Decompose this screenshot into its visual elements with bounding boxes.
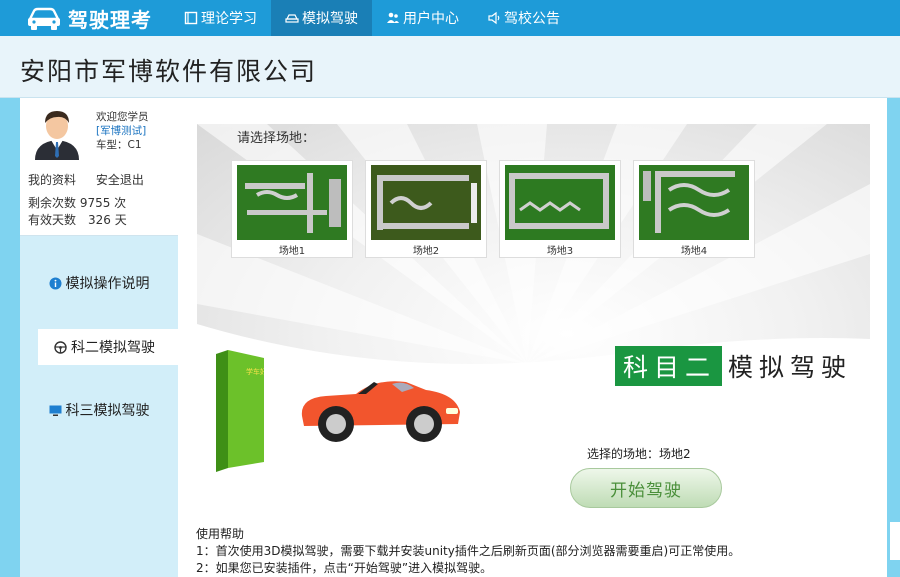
monitor-icon <box>49 405 61 416</box>
site-card-3[interactable]: 场地3 <box>499 160 621 258</box>
user-name-link[interactable]: [军博测试] <box>96 124 149 138</box>
software-box-image: 学车好助手 <box>216 350 264 472</box>
steering-wheel-icon <box>54 340 67 354</box>
floating-side-widget[interactable] <box>890 522 900 560</box>
site-label-3: 场地3 <box>546 246 574 257</box>
logo[interactable]: 驾驶理考 <box>26 2 152 34</box>
site-1-map-image <box>237 165 347 240</box>
nav-announcements-label: 驾校公告 <box>504 11 560 27</box>
help-title: 使用帮助 <box>196 527 245 541</box>
help-section: 使用帮助 1：首次使用3D模拟驾驶，需要下载并安装unity插件之后刷新页面(部… <box>196 526 886 577</box>
company-name: 安阳市军博软件有限公司 <box>20 57 318 86</box>
sidebar-item-subject3-label: 科三模拟驾驶 <box>65 403 150 419</box>
sidebar-item-subject2-label: 科二模拟驾驶 <box>71 340 155 356</box>
nav-simulator[interactable]: 模拟驾驶 <box>271 0 372 36</box>
help-line-1: 1：首次使用3D模拟驾驶，需要下载并安装unity插件之后刷新页面(部分浏览器需… <box>196 544 741 558</box>
profile-links: 我的资料 安全退出 <box>28 171 160 188</box>
valid-days: 有效天数 326 天 <box>28 213 127 227</box>
my-profile-link[interactable]: 我的资料 <box>28 173 76 187</box>
info-icon <box>49 277 61 289</box>
select-site-label: 请选择场地： <box>237 131 316 146</box>
sidebar-item-instructions-label: 模拟操作说明 <box>65 276 150 292</box>
selected-site-text: 选择的场地：场地2 <box>587 447 691 461</box>
car-icon <box>285 14 299 23</box>
nav-user-center-label: 用户中心 <box>403 11 459 27</box>
logo-text: 驾驶理考 <box>68 7 152 32</box>
help-line-2: 2：如果您已安装插件，点击“开始驾驶”进入模拟驾驶。 <box>196 561 493 575</box>
subject-title-highlight: 科目二 <box>615 346 723 386</box>
car-logo-icon <box>28 7 60 30</box>
site-card-2[interactable]: 场地2 <box>365 160 487 258</box>
sidebar: 欢迎您学员 [军博测试] 车型：C1 我的资料 安全退出 剩余次数 9755 次… <box>20 98 178 577</box>
site-card-4[interactable]: 场地4 <box>633 160 755 258</box>
site-2-map-image <box>371 165 481 240</box>
sidebar-item-subject2[interactable]: 科二模拟驾驶 <box>38 329 178 365</box>
main-content: 请选择场地： 场地1 场地2 场地3 场地4 科目二 模拟驾驶 学车好 选择的场… <box>178 98 887 577</box>
welcome-block: 欢迎您学员 [军博测试] 车型：C1 <box>96 110 149 152</box>
nav-theory-label: 理论学习 <box>201 11 257 27</box>
site-label-2: 场地2 <box>412 246 440 257</box>
avatar <box>35 111 79 160</box>
nav-announcements[interactable]: 驾校公告 <box>473 0 574 36</box>
account-stats: 剩余次数 9755 次 有效天数 326 天 <box>28 195 127 229</box>
sidebar-item-subject3[interactable]: 科三模拟驾驶 <box>20 392 178 428</box>
subject-title-rest: 模拟驾驶 <box>728 353 853 382</box>
book-icon <box>184 11 198 25</box>
subject-title: 科目二 模拟驾驶 <box>615 346 852 386</box>
license-type: 车型：C1 <box>96 139 142 151</box>
site-3-map-image <box>505 165 615 240</box>
top-nav-bar: 驾驶理考 理论学习 模拟驾驶 用户中心 驾校公告 <box>0 0 900 36</box>
welcome-text: 欢迎您学员 <box>96 111 149 123</box>
sidebar-item-instructions[interactable]: 模拟操作说明 <box>20 265 178 301</box>
nav-theory[interactable]: 理论学习 <box>170 0 271 36</box>
logout-link[interactable]: 安全退出 <box>96 173 144 187</box>
site-label-1: 场地1 <box>278 246 306 257</box>
remaining-count: 剩余次数 9755 次 <box>28 196 127 210</box>
nav-user-center[interactable]: 用户中心 <box>372 0 473 36</box>
profile-panel: 欢迎您学员 [军博测试] 车型：C1 我的资料 安全退出 剩余次数 9755 次… <box>20 98 178 236</box>
users-icon <box>387 12 399 23</box>
box-brand-text: 学车好助手 <box>246 367 264 376</box>
site-4-map-image <box>639 165 749 240</box>
start-driving-button[interactable]: 开始驾驶 <box>570 468 722 508</box>
site-card-1[interactable]: 场地1 <box>231 160 353 258</box>
main-nav: 理论学习 模拟驾驶 用户中心 驾校公告 <box>170 0 574 36</box>
company-bar: 安阳市军博软件有限公司 <box>0 36 900 98</box>
site-label-4: 场地4 <box>680 246 708 257</box>
speaker-icon <box>488 11 500 25</box>
nav-simulator-label: 模拟驾驶 <box>302 11 358 27</box>
red-car-image <box>301 381 460 442</box>
